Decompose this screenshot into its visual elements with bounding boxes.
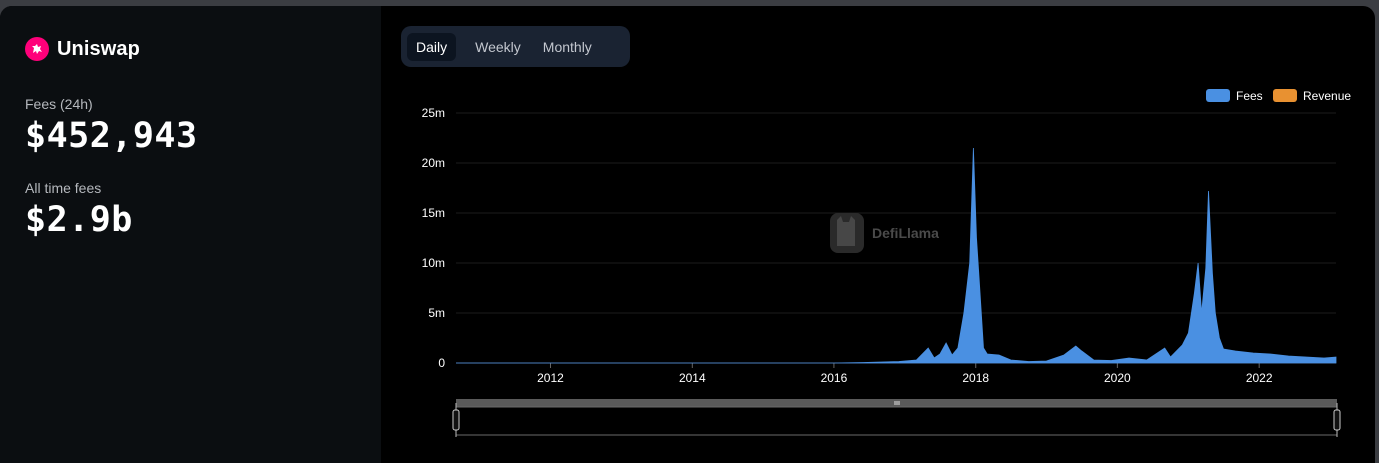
range-slider-left-handle[interactable] — [452, 403, 460, 437]
range-slider-right-handle[interactable] — [1333, 403, 1341, 437]
x-tick-label: 2020 — [1104, 371, 1131, 385]
y-tick-label: 10m — [422, 256, 445, 270]
x-tick-label: 2022 — [1246, 371, 1273, 385]
chart-series — [456, 147, 1337, 364]
unicorn-icon — [25, 37, 49, 61]
y-tick-label: 0 — [438, 356, 445, 370]
tab-weekly[interactable]: Weekly — [466, 33, 530, 61]
all-time-fees-value: $2.9b — [25, 200, 133, 240]
protocol-name: Uniswap — [57, 37, 140, 60]
protocol-header: Uniswap — [25, 37, 356, 61]
legend-label-revenue: Revenue — [1303, 89, 1351, 103]
y-tick-label: 15m — [422, 206, 445, 220]
x-tick-label: 2016 — [821, 371, 848, 385]
x-tick-label: 2012 — [537, 371, 564, 385]
chart-legend: Fees Revenue — [1206, 89, 1351, 103]
chart-panel: 0 5m 10m 15m 20m 25m 2012 2014 2016 2018 2020 2022… — [381, 6, 1375, 463]
y-tick-label: 5m — [428, 306, 445, 320]
fees-24h-label: Fees (24h) — [25, 96, 93, 112]
range-slider[interactable] — [452, 399, 1341, 437]
x-tick-label: 2018 — [962, 371, 989, 385]
app-frame: Uniswap Fees (24h) $452,943 All time fee… — [0, 6, 1375, 463]
tab-monthly[interactable]: Monthly — [534, 33, 601, 61]
y-tick-label: 25m — [422, 106, 445, 120]
summary-panel: Uniswap Fees (24h) $452,943 All time fee… — [0, 6, 381, 463]
defillama-watermark: DefiLlama — [830, 213, 939, 253]
series-area-fees — [456, 147, 1337, 364]
legend-label-fees: Fees — [1236, 89, 1263, 103]
legend-swatch-revenue — [1273, 89, 1297, 102]
y-axis-ticks: 0 5m 10m 15m 20m 25m — [422, 106, 446, 370]
x-tick-label: 2014 — [679, 371, 706, 385]
tab-daily[interactable]: Daily — [407, 32, 457, 61]
x-axis-ticks: 2012 2014 2016 2018 2020 2022 — [537, 363, 1273, 385]
legend-swatch-fees — [1206, 89, 1230, 102]
all-time-fees-label: All time fees — [25, 180, 102, 196]
fees-24h-value: $452,943 — [25, 116, 198, 156]
fees-chart: 0 5m 10m 15m 20m 25m 2012 2014 2016 2018 2020 2022… — [422, 89, 1351, 437]
y-tick-label: 20m — [422, 156, 445, 170]
interval-tabs: Daily Weekly Monthly — [401, 26, 630, 67]
watermark-text: DefiLlama — [872, 225, 939, 241]
